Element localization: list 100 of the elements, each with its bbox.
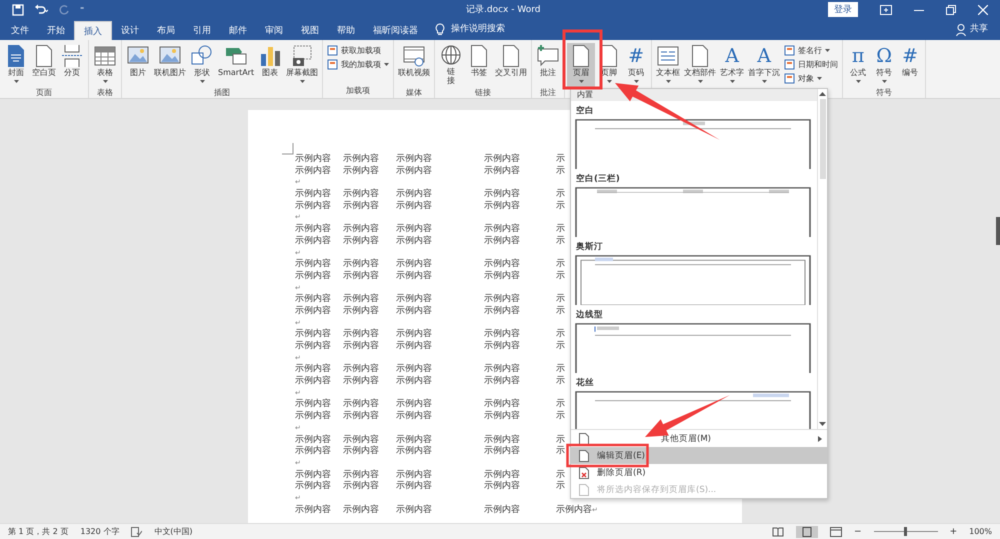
ribbon-tab[interactable]: 引用 — [184, 21, 220, 40]
ribbon-button[interactable]: Ω 符号 — [871, 43, 898, 87]
document-text: 示 — [556, 446, 565, 458]
document-text: 示例内容 — [295, 481, 332, 493]
document-text: 示 — [556, 434, 565, 446]
ribbon-tab[interactable]: 帮助 — [328, 21, 364, 40]
ribbon-button[interactable]: 交叉引用 — [493, 43, 530, 87]
document-text: 示例内容 — [484, 364, 521, 376]
ribbon-button[interactable]: # 页码 — [623, 43, 650, 87]
ribbon-button[interactable]: 屏幕截图 — [284, 43, 320, 87]
document-text: 示例内容 — [396, 236, 433, 248]
document-text: 示例内容 — [556, 504, 592, 516]
document-text: 示例内容 — [343, 364, 380, 376]
ribbon-button[interactable]: 页眉 — [567, 43, 596, 87]
document-text: 示例内容 — [484, 434, 521, 446]
ribbon-button[interactable]: 联机图片 — [152, 43, 188, 87]
page-count[interactable]: 第 1 页，共 2 页 — [8, 526, 68, 537]
document-text: 示 — [556, 224, 565, 236]
document-text: 示例内容 — [484, 306, 521, 318]
document-text: 示 — [556, 329, 565, 341]
document-text: 示例内容 — [484, 154, 521, 166]
menu-item[interactable]: 删除页眉(R) — [571, 464, 827, 481]
document-text: 示例内容 — [295, 294, 332, 306]
gallery-item[interactable]: 奥斯汀 — [571, 237, 817, 255]
document-text: 示例内容 — [484, 189, 521, 200]
document-text: 示 — [556, 259, 565, 271]
ribbon-button[interactable]: A 艺术字 — [718, 43, 746, 87]
ribbon-small-button[interactable]: 签名行 — [784, 45, 838, 56]
document-text: 示 — [556, 189, 565, 201]
ribbon-button[interactable]: 封面 — [2, 43, 30, 87]
ribbon-button[interactable]: 表格 — [91, 43, 119, 87]
ribbon-small-button[interactable]: 对象 — [784, 73, 838, 84]
ribbon-tab[interactable]: 福昕阅读器 — [364, 21, 427, 40]
ribbon-tab[interactable]: 布局 — [148, 21, 184, 40]
ribbon-tab[interactable]: 视图 — [292, 21, 328, 40]
document-text: 示例内容 — [295, 224, 332, 236]
ribbon-small-button[interactable]: 我的加载项 — [327, 59, 390, 70]
document-text: 示例内容 — [396, 154, 433, 166]
ribbon-button[interactable]: # 编号 — [897, 43, 924, 87]
document-text: 示 — [556, 154, 565, 166]
document-text: 示例内容 — [343, 481, 380, 493]
tell-me-search[interactable]: 操作说明搜索 — [451, 22, 505, 35]
ribbon-tab[interactable]: 插入 — [74, 21, 112, 40]
zoom-out-button[interactable]: − — [854, 526, 862, 536]
ribbon-button[interactable]: 空白页 — [30, 43, 58, 87]
word-count[interactable]: 1320 个字 — [80, 526, 120, 537]
ribbon-button[interactable]: 书签 — [465, 43, 494, 87]
document-text: 示例内容 — [295, 189, 332, 200]
ribbon-tab[interactable]: 文件 — [2, 21, 38, 40]
ribbon-tab[interactable]: 邮件 — [220, 21, 256, 40]
ribbon-small-button[interactable]: 日期和时间 — [784, 59, 838, 70]
zoom-level[interactable]: 100% — [969, 527, 992, 536]
document-text: 示 — [556, 166, 565, 178]
ribbon-button[interactable]: 分页 — [58, 43, 86, 87]
ribbon-button[interactable]: SmartArt — [216, 43, 256, 87]
share-button[interactable]: 共享 — [970, 22, 988, 35]
gallery-item[interactable]: 边线型 — [571, 305, 817, 323]
ribbon-button[interactable]: 文档部件 — [682, 43, 718, 87]
document-text: 示例内容 — [343, 294, 380, 306]
zoom-in-button[interactable]: + — [950, 526, 958, 536]
ribbon-button[interactable]: 联机视频 — [396, 43, 432, 87]
document-text: 示例内容 — [396, 411, 433, 423]
ribbon-button[interactable]: 图片 — [124, 43, 152, 87]
gallery-item[interactable]: 花丝 — [571, 373, 817, 391]
document-text: 示例内容 — [484, 481, 521, 493]
ribbon-tab[interactable]: 设计 — [112, 21, 148, 40]
document-text: 示例内容 — [484, 411, 521, 423]
gallery-item[interactable]: 空白(三栏) — [571, 169, 817, 187]
document-text: 示例内容 — [295, 329, 332, 340]
document-text: 示例内容 — [396, 470, 433, 480]
ribbon-button[interactable]: 文本框 — [654, 43, 682, 87]
document-text: 示例内容 — [396, 329, 433, 340]
ribbon-button[interactable]: 图表 — [256, 43, 284, 87]
document-text: 示例内容 — [343, 504, 380, 516]
document-text: 示例内容 — [396, 446, 433, 458]
ribbon-button[interactable]: π 公式 — [845, 43, 872, 87]
ribbon-tab[interactable]: 审阅 — [256, 21, 292, 40]
document-text: 示例内容 — [396, 294, 433, 306]
document-text: 示例内容 — [343, 434, 380, 446]
document-text: 示例内容 — [295, 270, 332, 283]
document-text: 示例内容 — [396, 364, 433, 376]
document-text: 示例内容 — [295, 434, 332, 446]
document-text: 示例内容 — [484, 166, 521, 178]
ribbon-small-button[interactable]: 获取加载项 — [327, 45, 390, 56]
ribbon-tab[interactable]: 开始 — [38, 21, 74, 40]
document-text: 示例内容 — [295, 306, 332, 318]
document-text: 示例内容 — [343, 446, 380, 458]
customize-button[interactable]: ⁼ — [80, 5, 84, 14]
menu-item[interactable]: 编辑页眉(E) — [571, 447, 827, 464]
gallery-item[interactable]: 空白 — [571, 101, 817, 119]
ribbon-button[interactable]: 链接 — [437, 43, 466, 87]
sign-in-button[interactable]: 登录 — [828, 2, 858, 17]
language-indicator[interactable]: 中文(中国) — [154, 526, 193, 537]
document-text: 示例内容 — [295, 236, 332, 248]
document-text: 示例内容 — [484, 376, 521, 388]
document-text: 示例内容 — [396, 376, 433, 388]
document-text: 示例内容 — [396, 399, 433, 410]
ribbon-button[interactable]: 形状 — [188, 43, 216, 87]
ribbon-button[interactable]: A 首字下沉 — [746, 43, 782, 87]
ribbon-button[interactable]: 批注 — [534, 43, 562, 87]
